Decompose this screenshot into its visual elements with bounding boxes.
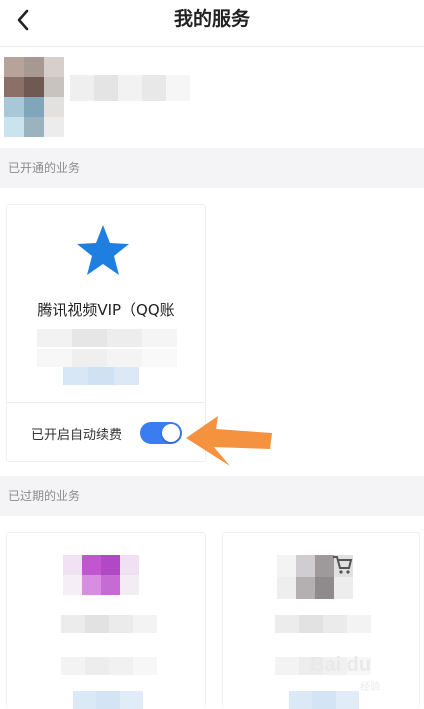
service-info-blurred-2	[37, 349, 177, 367]
page-title: 我的服务	[173, 8, 250, 30]
header-bar: 我的服务	[0, 0, 424, 47]
avatar	[4, 57, 64, 137]
auto-renew-toggle[interactable]	[140, 422, 182, 444]
expired-info-blurred-2	[61, 657, 157, 675]
service-date-blurred	[63, 367, 139, 385]
expired-info-blurred	[61, 615, 157, 633]
expired-info-blurred	[275, 615, 371, 633]
auto-renew-label: 已开启自动续费	[31, 428, 123, 443]
service-info-blurred	[37, 329, 177, 347]
service-card-expired-1[interactable]	[6, 532, 206, 709]
section-expired: 已过期的业务	[0, 476, 424, 516]
baidu-watermark: Bai du 经验	[300, 652, 420, 696]
orange-arrow-icon	[186, 416, 272, 466]
section-active-label: 已开通的业务	[8, 161, 81, 175]
service-card-active[interactable]: 腾讯视频VIP（QQ账 已开启自动续费	[6, 204, 206, 462]
service-name: 腾讯视频VIP（QQ账	[37, 301, 175, 319]
star-moon-icon	[77, 225, 130, 279]
toggle-knob	[162, 424, 180, 442]
username-blurred	[70, 75, 190, 101]
watermark-text: Bai du	[310, 654, 372, 676]
card-divider	[7, 402, 205, 403]
service-icon-blurred	[63, 555, 139, 595]
user-profile	[0, 47, 424, 145]
section-active: 已开通的业务	[0, 148, 424, 188]
cart-icon	[333, 556, 353, 574]
section-expired-label: 已过期的业务	[8, 489, 81, 503]
expired-date-blurred	[73, 691, 143, 709]
watermark-sub: 经验	[360, 682, 380, 693]
